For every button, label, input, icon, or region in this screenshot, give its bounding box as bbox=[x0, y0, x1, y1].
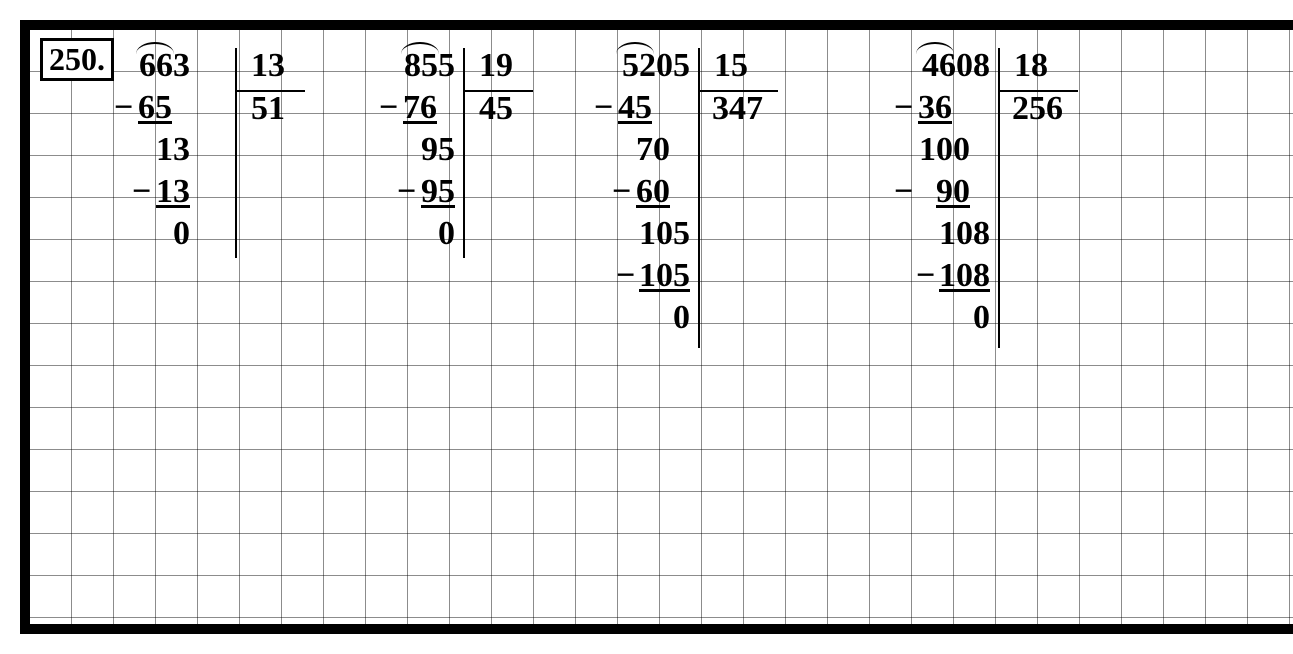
step-value: 13 bbox=[130, 129, 190, 171]
quotient: 256 bbox=[1003, 88, 1063, 130]
division-vertical-line bbox=[235, 48, 237, 258]
long-division-problem: 5205 15 347 − 45 70 − 60 105 − 105 0 bbox=[610, 40, 850, 400]
long-division-problem: 4608 18 256 − 36 100 − 90 108 − 108 0 bbox=[910, 40, 1150, 400]
long-division-problem: 855 19 45 − 76 95 − 95 0 bbox=[395, 40, 595, 300]
divisor: 19 bbox=[468, 45, 513, 87]
divisor: 13 bbox=[240, 45, 285, 87]
step-value: 108 bbox=[910, 255, 990, 297]
step-value: 105 bbox=[610, 213, 690, 255]
step-value: 70 bbox=[610, 129, 670, 171]
step-value: 76 bbox=[395, 87, 437, 129]
dividend: 663 bbox=[130, 45, 190, 87]
step-value: 95 bbox=[395, 129, 455, 171]
dividend: 5205 bbox=[610, 45, 690, 87]
step-value: 100 bbox=[910, 129, 970, 171]
division-vertical-line bbox=[463, 48, 465, 258]
step-value: 60 bbox=[610, 171, 670, 213]
step-value: 105 bbox=[610, 255, 690, 297]
divisor: 18 bbox=[1003, 45, 1048, 87]
long-division-problem: 663 13 51 − 65 13 − 13 0 bbox=[130, 40, 350, 300]
dividend: 4608 bbox=[910, 45, 990, 87]
step-value: 65 bbox=[130, 87, 172, 129]
quotient: 45 bbox=[468, 88, 513, 130]
step-value: 95 bbox=[395, 171, 455, 213]
step-value: 0 bbox=[910, 297, 990, 339]
step-value: 108 bbox=[910, 213, 990, 255]
step-value: 45 bbox=[610, 87, 652, 129]
division-vertical-line bbox=[998, 48, 1000, 348]
division-vertical-line bbox=[698, 48, 700, 348]
dividend: 855 bbox=[395, 45, 455, 87]
worksheet-page: 250. 663 13 51 − 65 13 − 13 0 855 19 45 … bbox=[20, 20, 1293, 634]
divisor: 15 bbox=[703, 45, 748, 87]
quotient: 51 bbox=[240, 88, 285, 130]
step-value: 36 bbox=[910, 87, 952, 129]
step-value: 0 bbox=[130, 213, 190, 255]
exercise-number: 250. bbox=[40, 38, 114, 81]
step-value: 0 bbox=[395, 213, 455, 255]
step-value: 0 bbox=[610, 297, 690, 339]
quotient: 347 bbox=[703, 88, 763, 130]
step-value: 13 bbox=[130, 171, 190, 213]
step-value: 90 bbox=[910, 171, 970, 213]
